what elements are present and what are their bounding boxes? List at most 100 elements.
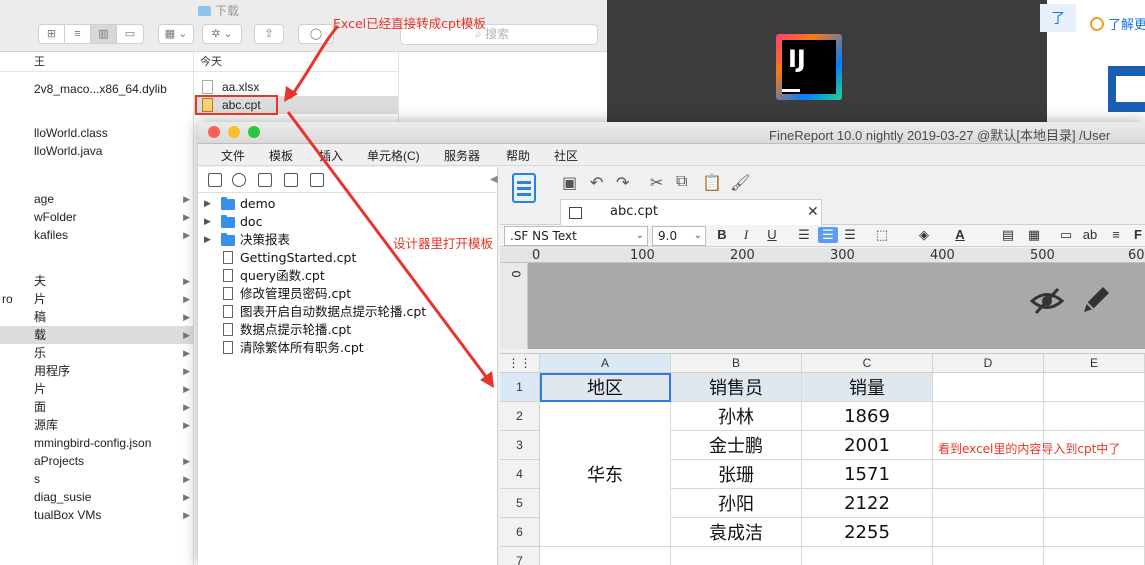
finder-list-item[interactable]: lloWorld.class [0, 124, 193, 142]
column-header-a[interactable]: A [540, 354, 671, 373]
finder-list-item[interactable]: 源库 ▶ [0, 416, 193, 434]
cut-icon[interactable]: ✂ [650, 173, 663, 193]
locate-icon[interactable] [284, 173, 298, 187]
bold-button[interactable]: B [712, 227, 732, 242]
cell-c6[interactable]: 2255 [802, 518, 933, 547]
row-header-5[interactable]: 5 [500, 489, 540, 518]
close-tab-icon[interactable]: ✕ [807, 203, 819, 220]
expand-arrow-icon[interactable]: ▶ [204, 213, 211, 231]
cell-a1[interactable]: 地区 [540, 373, 671, 402]
cell-c3[interactable]: 2001 [802, 431, 933, 460]
cell-c2[interactable]: 1869 [802, 402, 933, 431]
cell-b5[interactable]: 孙阳 [671, 489, 802, 518]
row-header-6[interactable]: 6 [500, 518, 540, 547]
font-color-button[interactable]: A [950, 227, 970, 242]
menu-cell[interactable]: 单元格(C) [367, 147, 420, 164]
icon-view-icon[interactable]: ⊞ [39, 25, 65, 43]
cell-b4[interactable]: 张珊 [671, 460, 802, 489]
menu-help[interactable]: 帮助 [506, 147, 530, 164]
cell-e5[interactable] [1044, 489, 1145, 518]
finder-list-item[interactable]: mmingbird-config.json [0, 434, 193, 452]
cell-b6[interactable]: 袁成洁 [671, 518, 802, 547]
align-left-button[interactable]: ☰ [794, 227, 814, 243]
cell-c5[interactable]: 2122 [802, 489, 933, 518]
fill-color-button[interactable]: ◈ [914, 227, 934, 243]
split-cells-button[interactable]: ▦ [1024, 227, 1044, 243]
finder-list-item[interactable]: age ▶ [0, 190, 193, 208]
finder-list-item[interactable]: 稿 ▶ [0, 308, 193, 326]
finder-list-item[interactable]: kafiles ▶ [0, 226, 193, 244]
border-button[interactable]: ⬚ [872, 227, 892, 243]
tree-folder-item[interactable]: ▶ demo [198, 195, 498, 213]
tree-folder-item[interactable]: ▶ doc [198, 213, 498, 231]
gallery-view-icon[interactable]: ▭ [117, 25, 143, 43]
redo-icon[interactable]: ↷ [616, 173, 629, 193]
save-icon[interactable]: ▣ [562, 173, 577, 193]
underline-button[interactable]: U [762, 227, 782, 242]
cell-b1[interactable]: 销售员 [671, 373, 802, 402]
tag-button[interactable]: ◯ [298, 24, 334, 44]
column-header-d[interactable]: D [933, 354, 1044, 373]
delete-icon[interactable] [310, 173, 324, 187]
cell-row7[interactable] [671, 547, 802, 565]
cell-a2-merged[interactable]: 华东 [540, 402, 671, 547]
open-icon[interactable] [258, 173, 272, 187]
tab-abc-cpt[interactable]: abc.cpt ✕ [560, 199, 822, 225]
tree-file-item[interactable]: query函数.cpt [198, 267, 498, 285]
share-button[interactable]: ⇧ [254, 24, 284, 44]
cell-b3[interactable]: 金士鹏 [671, 431, 802, 460]
column-header-e[interactable]: E [1044, 354, 1145, 373]
row-header-4[interactable]: 4 [500, 460, 540, 489]
expand-arrow-icon[interactable]: ▶ [204, 195, 211, 213]
finder-list-item[interactable]: s ▶ [0, 470, 193, 488]
row-header-7[interactable]: 7 [500, 547, 540, 565]
formula-button[interactable]: F [1128, 227, 1145, 242]
row-header-3[interactable]: 3 [500, 431, 540, 460]
cell-b2[interactable]: 孙林 [671, 402, 802, 431]
list-view-icon[interactable]: ≡ [65, 25, 91, 43]
undo-icon[interactable]: ↶ [590, 173, 603, 193]
menu-insert[interactable]: 插入 [319, 147, 343, 164]
italic-button[interactable]: I [736, 227, 756, 243]
cell-d6[interactable] [933, 518, 1044, 547]
browser-tab[interactable]: 了 [1040, 4, 1076, 32]
minimize-window-button[interactable] [228, 126, 240, 138]
tree-file-item[interactable]: 清除繁体所有职务.cpt [198, 339, 498, 357]
expand-arrow-icon[interactable]: ▶ [204, 231, 211, 249]
align-right-button[interactable]: ☰ [840, 227, 860, 243]
finder-list-item[interactable]: wFolder ▶ [0, 208, 193, 226]
cell-e1[interactable] [1044, 373, 1145, 402]
cell-c4[interactable]: 1571 [802, 460, 933, 489]
cell-d5[interactable] [933, 489, 1044, 518]
learn-more-link[interactable]: 了解更 [1090, 14, 1145, 33]
finder-list-item[interactable]: tualBox VMs ▶ [0, 506, 193, 524]
paste-icon[interactable]: 📋 [702, 173, 722, 193]
select-all-corner[interactable]: ⋮⋮ [500, 354, 540, 373]
row-header-2[interactable]: 2 [500, 402, 540, 431]
tree-file-item[interactable]: 数据点提示轮播.cpt [198, 321, 498, 339]
font-size-select[interactable]: 9.0 ⌄ [652, 226, 706, 246]
group-button[interactable]: ▦ ⌄ [158, 24, 194, 44]
hide-eye-icon[interactable] [1030, 286, 1064, 316]
cell-c1[interactable]: 销量 [802, 373, 933, 402]
copy-icon[interactable]: ⧉ [676, 173, 687, 191]
font-family-select[interactable]: .SF NS Text ⌄ [504, 226, 648, 246]
cell-e2[interactable] [1044, 402, 1145, 431]
text-button[interactable]: ab [1080, 227, 1100, 242]
cell-d1[interactable] [933, 373, 1044, 402]
row-header-1[interactable]: 1 [500, 373, 540, 402]
file-item-aa-xlsx[interactable]: aa.xlsx [194, 78, 398, 96]
finder-list-item[interactable]: diag_susie ▶ [0, 488, 193, 506]
finder-list-item[interactable]: aProjects ▶ [0, 452, 193, 470]
finder-list-item[interactable]: 片 ▶ [0, 290, 193, 308]
cell-e4[interactable] [1044, 460, 1145, 489]
file-item-abc-cpt[interactable]: abc.cpt [194, 96, 398, 114]
format-painter-icon[interactable]: 🖌 [730, 173, 750, 193]
cell-row7[interactable] [1044, 547, 1145, 565]
insert-field-button[interactable]: ▭ [1056, 227, 1076, 243]
edit-pencil-icon[interactable] [1080, 284, 1112, 316]
finder-list-item[interactable]: 载 ▶ [0, 326, 193, 344]
cell-d4[interactable] [933, 460, 1044, 489]
collapse-panel-icon[interactable]: ◀ [490, 174, 498, 185]
column-header-c[interactable]: C [802, 354, 933, 373]
